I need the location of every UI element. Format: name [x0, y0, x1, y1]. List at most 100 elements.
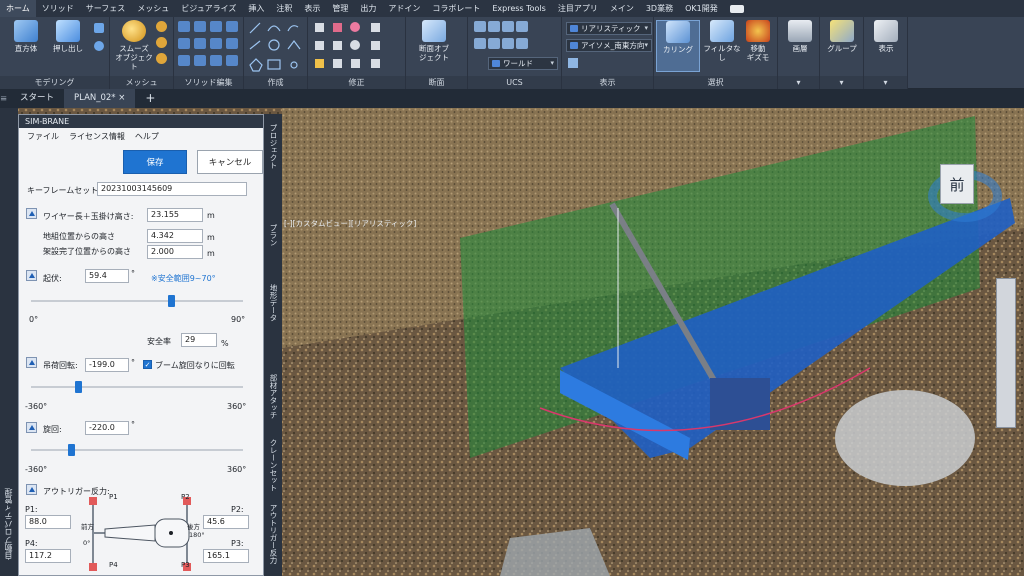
boom-angle-field[interactable]: 59.4	[85, 269, 129, 283]
box-button[interactable]: 直方体	[4, 20, 48, 53]
ribbon-tab[interactable]: Express Tools	[486, 0, 552, 17]
ucs-origin-icon[interactable]	[488, 21, 500, 32]
ucs-view-icon[interactable]	[488, 38, 500, 49]
view-button[interactable]: 表示	[864, 20, 908, 53]
viewcube[interactable]: 前	[940, 164, 974, 204]
ucs-icon[interactable]	[474, 21, 486, 32]
view-direction-combo[interactable]: アイソメ_南東方向	[566, 39, 652, 52]
panel-label-layers-expander[interactable]: ▾	[778, 76, 819, 89]
ribbon-tab[interactable]: OK1開発	[679, 0, 724, 17]
viewport-title[interactable]: [-][カスタムビュー][リアリスティック]	[284, 218, 416, 229]
set-height-field[interactable]: 2.000	[147, 245, 203, 259]
ucs-y-icon[interactable]	[516, 21, 528, 32]
modify-tools-icons[interactable]	[311, 19, 403, 75]
collapse-boom-icon[interactable]	[26, 270, 37, 281]
offset-face-icon[interactable]	[194, 55, 206, 66]
panel-label-view-expander[interactable]: ▾	[864, 76, 907, 89]
visual-style-combo[interactable]: リアリスティック	[566, 22, 652, 35]
boom-slider-thumb[interactable]	[167, 295, 175, 307]
draw-tools-icons[interactable]	[246, 19, 306, 75]
mesh-smooth-more-icon[interactable]	[156, 21, 167, 32]
ribbon-tab[interactable]: アドイン	[382, 0, 426, 17]
tab-start[interactable]: スタート	[10, 89, 64, 108]
new-tab-button[interactable]: +	[135, 89, 165, 108]
ribbon-tab[interactable]: 注釈	[270, 0, 298, 17]
hook-slider-track[interactable]	[31, 386, 243, 388]
ribbon-tab[interactable]: ソリッド	[36, 0, 80, 17]
save-button[interactable]: 保存	[123, 150, 187, 174]
fillet-edge-icon[interactable]	[210, 55, 222, 66]
menu-icon[interactable]: ≡	[0, 94, 10, 104]
collapse-wire-icon[interactable]	[26, 208, 37, 219]
sphere-icon[interactable]	[94, 41, 104, 51]
ribbon-tab[interactable]: 表示	[298, 0, 326, 17]
p4-field[interactable]: 117.2	[25, 549, 71, 563]
boom-slider-track[interactable]	[31, 300, 243, 302]
ribbon-extra-icon[interactable]	[729, 4, 744, 13]
ribbon-tab[interactable]: 挿入	[242, 0, 270, 17]
p3-field[interactable]: 165.1	[203, 549, 249, 563]
viewport-side-scroller[interactable]	[996, 278, 1016, 428]
side-tab[interactable]: プロジェクト	[268, 124, 279, 169]
hook-rotation-field[interactable]: -199.0	[85, 358, 129, 372]
ribbon-tab[interactable]: 注目アプリ	[552, 0, 604, 17]
move-gizmo-button[interactable]: 移動 ギズモ	[740, 20, 776, 62]
collapse-outrigger-icon[interactable]	[26, 484, 37, 495]
no-filter-button[interactable]: フィルタなし	[700, 20, 744, 62]
side-tab[interactable]: 地形データ	[268, 284, 279, 322]
p2-field[interactable]: 45.6	[203, 515, 249, 529]
slice-icon[interactable]	[226, 21, 238, 32]
ribbon-tab[interactable]: メッシュ	[131, 0, 175, 17]
panel-label-groups-expander[interactable]: ▾	[820, 76, 863, 89]
close-icon[interactable]: ×	[118, 93, 125, 103]
menu-item[interactable]: ファイル	[27, 131, 59, 142]
collapse-swing-icon[interactable]	[26, 422, 37, 433]
panel-titlebar[interactable]: SIM-BRANE	[19, 115, 263, 128]
ribbon-tab[interactable]: 管理	[326, 0, 354, 17]
subtract-icon[interactable]	[194, 21, 206, 32]
side-tab[interactable]: プラン	[268, 224, 279, 247]
extrude-button[interactable]: 押し出し	[46, 20, 90, 53]
interfere-icon[interactable]	[178, 38, 190, 49]
ribbon-tab[interactable]: ホーム	[0, 0, 36, 17]
section-plane-button[interactable]: 断面オブ ジェクト	[412, 20, 456, 62]
separate-icon[interactable]	[178, 55, 190, 66]
side-tab[interactable]: クレーンセット	[268, 439, 279, 492]
wire-length-field[interactable]: 23.155	[147, 208, 203, 222]
follow-boom-checkbox[interactable]: ✓	[143, 360, 152, 369]
collapse-hook-icon[interactable]	[26, 357, 37, 368]
mesh-smooth-less-icon[interactable]	[156, 37, 167, 48]
menu-item[interactable]: ヘルプ	[135, 131, 159, 142]
extract-edges-icon[interactable]	[194, 38, 206, 49]
ucs-world-combo[interactable]: ワールド	[488, 57, 558, 70]
side-tab[interactable]: アウトリガー反力	[268, 504, 279, 564]
chamfer-edge-icon[interactable]	[226, 55, 238, 66]
swing-slider-track[interactable]	[31, 449, 243, 451]
tab-plan-02[interactable]: PLAN_02* ×	[64, 89, 136, 108]
swing-field[interactable]: -220.0	[85, 421, 129, 435]
cylinder-icon[interactable]	[94, 23, 104, 33]
view-camera-icon[interactable]	[568, 58, 578, 68]
ribbon-tab[interactable]: 3D業務	[640, 0, 679, 17]
ribbon-tab[interactable]: 出力	[354, 0, 382, 17]
shell-icon[interactable]	[226, 38, 238, 49]
ribbon-tab[interactable]: メイン	[604, 0, 640, 17]
p1-field[interactable]: 88.0	[25, 515, 71, 529]
ucs-z-icon[interactable]	[474, 38, 486, 49]
union-icon[interactable]	[178, 21, 190, 32]
swing-slider-thumb[interactable]	[68, 444, 76, 456]
ribbon-tab[interactable]: コラボレート	[426, 0, 486, 17]
culling-button[interactable]: カリング	[656, 20, 700, 72]
lift-height-field[interactable]: 4.342	[147, 229, 203, 243]
mesh-refine-icon[interactable]	[156, 53, 167, 64]
ribbon-tab[interactable]: サーフェス	[80, 0, 132, 17]
groups-button[interactable]: グループ	[820, 20, 864, 53]
side-tab[interactable]: 部材アタッチ	[268, 374, 279, 419]
keyframe-field[interactable]: 20231003145609	[97, 182, 247, 196]
ribbon-tab[interactable]: ビジュアライズ	[175, 0, 242, 17]
menu-item[interactable]: ライセンス情報	[69, 131, 125, 142]
ucs-x-icon[interactable]	[502, 21, 514, 32]
imprint-icon[interactable]	[210, 38, 222, 49]
hook-slider-thumb[interactable]	[74, 381, 82, 393]
safety-field[interactable]: 29	[181, 333, 217, 347]
